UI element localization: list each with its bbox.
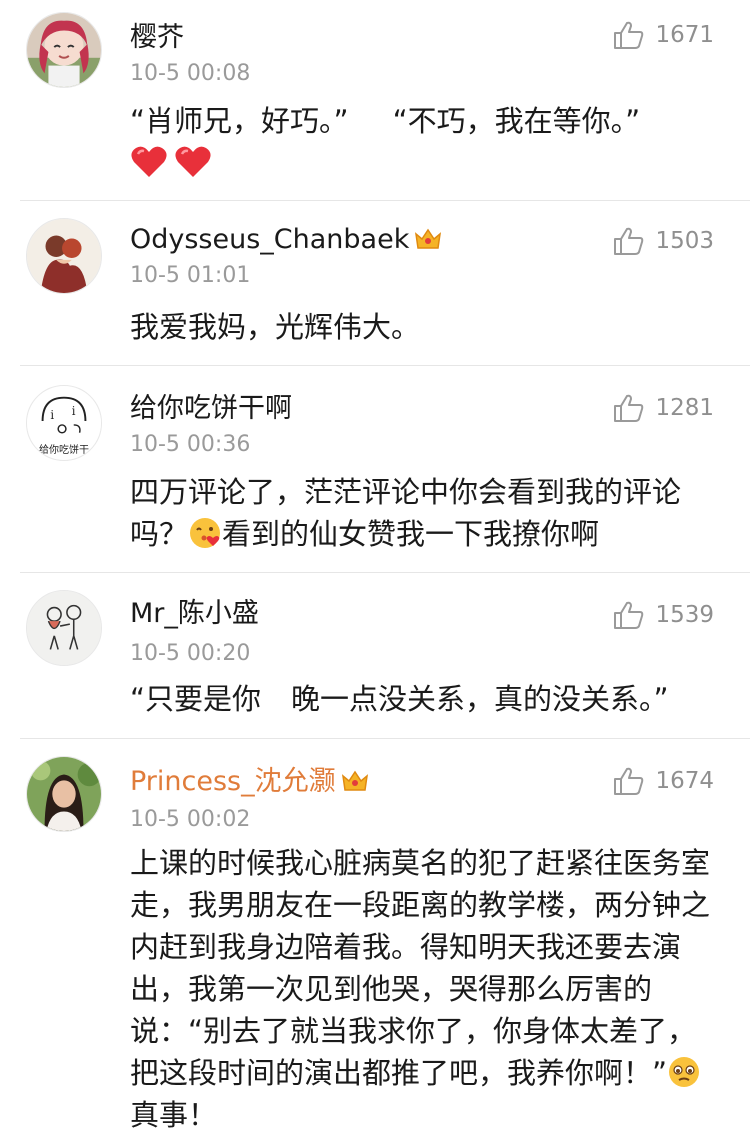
comment-item: Odysseus_Chanbaek 10-5 01:01 1503 我爱我妈，光… (0, 200, 750, 365)
svg-text:i: i (50, 408, 54, 422)
like-count: 1281 (655, 395, 714, 421)
svg-text:i: i (72, 404, 76, 418)
comment-item: Mr_陈小盛 10-5 00:20 1539 “只要是你 晚一点没关系，真的没关系… (0, 572, 750, 738)
comment-time: 10-5 01:01 (130, 263, 251, 288)
thumbs-up-icon (614, 767, 644, 795)
comment-item: i i 给你吃饼干 给你吃饼干啊 10-5 00:36 1281 四万评论了，茫… (0, 365, 750, 572)
like-button[interactable]: 1503 (613, 226, 714, 256)
like-count: 1539 (655, 602, 714, 628)
comment-text: 上课的时候我心脏病莫名的犯了赶紧往医务室走，我男朋友在一段距离的教学楼，两分钟之… (130, 846, 711, 1132)
comment-time: 10-5 00:20 (130, 641, 251, 666)
comment-time: 10-5 00:08 (130, 61, 251, 86)
thumbs-up-icon (614, 601, 644, 629)
comment-text: “肖师兄，好巧。” “不巧，我在等你。” (130, 100, 720, 184)
username[interactable]: Odysseus_Chanbaek (130, 222, 443, 258)
like-count: 1503 (655, 228, 714, 254)
heart-emoji-icon (131, 146, 167, 177)
like-button[interactable]: 1281 (613, 393, 714, 423)
avatar-caption: 给你吃饼干 (39, 445, 89, 456)
avatar[interactable]: i i 给你吃饼干 (26, 385, 102, 461)
comment-text: 我爱我妈，光辉伟大。 (130, 310, 421, 344)
vip-crown-icon (415, 228, 442, 249)
teary-face-emoji-icon (669, 1057, 700, 1087)
vip-crown-icon (341, 770, 368, 791)
blowing-kiss-emoji-icon (190, 518, 221, 548)
avatar[interactable] (26, 12, 102, 88)
heart-emoji-icon (175, 146, 211, 177)
comment-text: “只要是你 晚一点没关系，真的没关系。” (130, 682, 669, 716)
avatar[interactable] (26, 756, 102, 832)
username[interactable]: 给你吃饼干啊 (130, 391, 292, 427)
thumbs-up-icon (614, 227, 644, 255)
comment-text: 四万评论了，茫茫评论中你会看到我的评论吗？ 看到的仙女赞我一下我撩你啊 (130, 475, 682, 551)
like-button[interactable]: 1671 (613, 20, 714, 50)
sketch-couple-avatar-icon (27, 591, 101, 665)
like-button[interactable]: 1539 (613, 600, 714, 630)
comment-time: 10-5 00:36 (130, 432, 251, 457)
username[interactable]: Princess_沈允灏 (130, 764, 370, 800)
like-button[interactable]: 1674 (613, 766, 714, 796)
girl-photo-avatar-icon (27, 757, 101, 831)
username[interactable]: 樱芥 (130, 20, 184, 56)
like-count: 1674 (655, 768, 714, 794)
comment-item: Princess_沈允灏 10-5 00:02 1674 上课的时候我心脏病莫名… (0, 738, 750, 1143)
avatar[interactable] (26, 590, 102, 666)
like-count: 1671 (655, 22, 714, 48)
couple-illustration-avatar-icon (27, 219, 101, 293)
comment-item: 樱芥 10-5 00:08 1671 “肖师兄，好巧。” “不巧，我在等你。” (0, 0, 750, 200)
avatar[interactable] (26, 218, 102, 294)
thumbs-up-icon (614, 21, 644, 49)
comment-time: 10-5 00:02 (130, 807, 251, 832)
thumbs-up-icon (614, 394, 644, 422)
anime-girl-avatar-icon (27, 13, 101, 87)
username[interactable]: Mr_陈小盛 (130, 596, 259, 632)
